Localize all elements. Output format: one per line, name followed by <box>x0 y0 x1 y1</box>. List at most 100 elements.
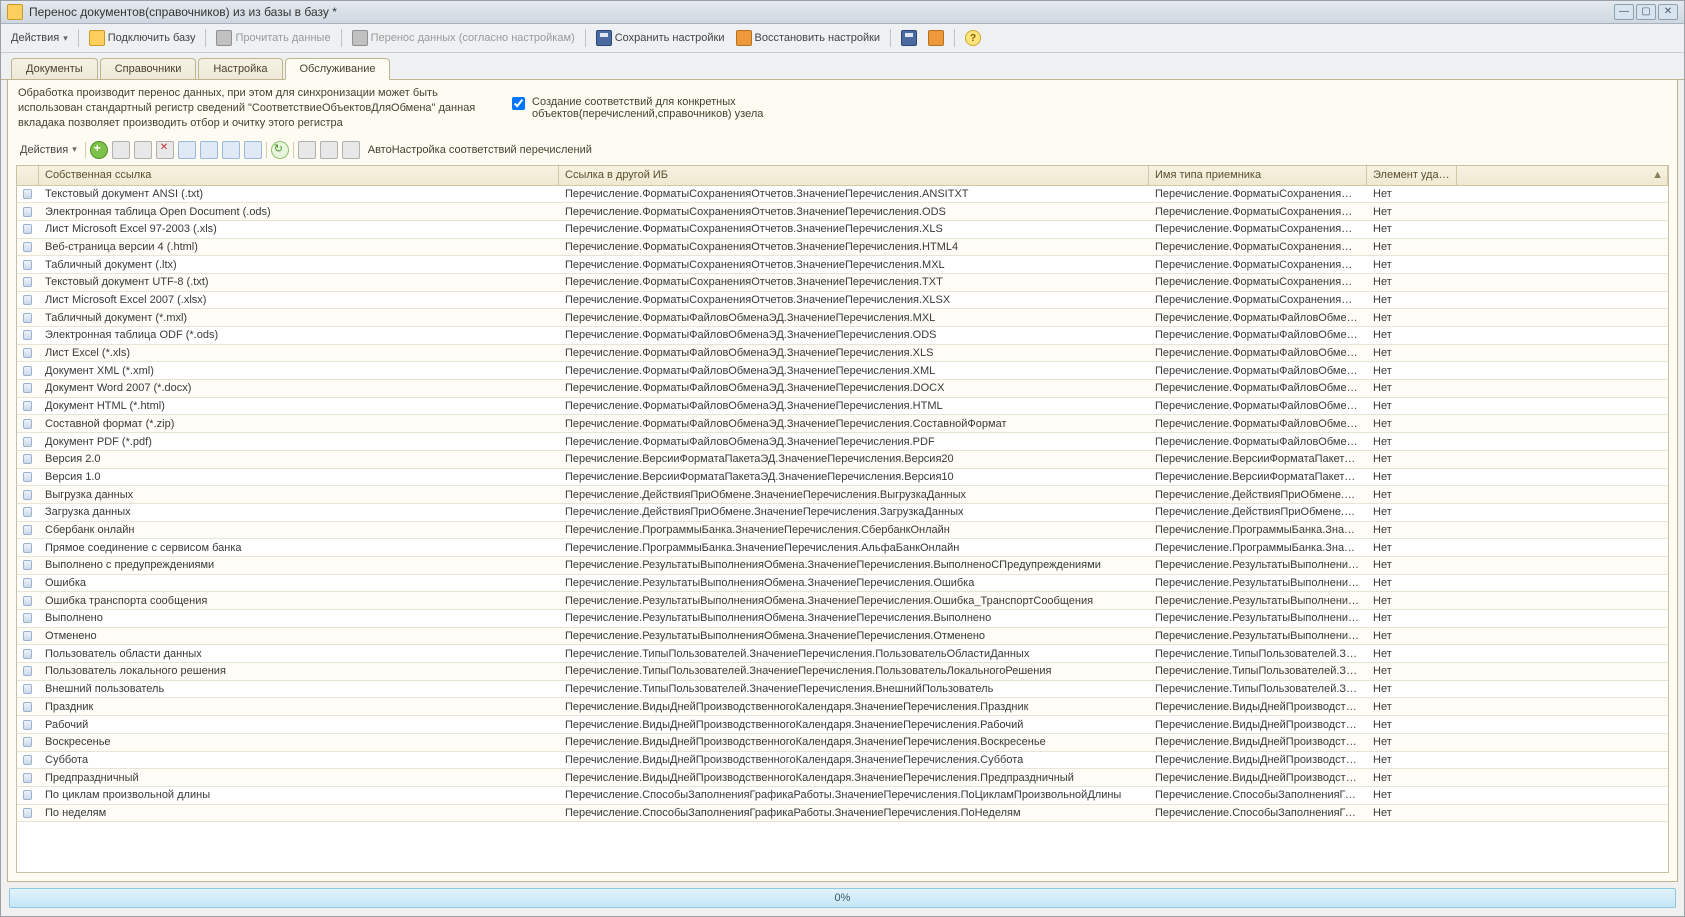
filter-button-2[interactable] <box>320 141 338 159</box>
table-row[interactable]: Пользователь локального решенияПеречисле… <box>17 663 1668 681</box>
edit-button[interactable] <box>134 141 152 159</box>
cell-own-ref: Веб-страница версии 4 (.html) <box>39 240 559 254</box>
actions-menu[interactable]: Действия▾ <box>7 30 72 46</box>
cell-type-name: Перечисление.РезультатыВыполненияОбме… <box>1149 594 1367 608</box>
row-icon <box>23 631 32 641</box>
table-row[interactable]: ВоскресеньеПеречисление.ВидыДнейПроизвод… <box>17 734 1668 752</box>
table-row[interactable]: Версия 1.0Перечисление.ВерсииФорматаПаке… <box>17 469 1668 487</box>
filter-button-3[interactable] <box>342 141 360 159</box>
table-row[interactable]: Лист Microsoft Excel 97-2003 (.xls)Переч… <box>17 221 1668 239</box>
cell-other-ref: Перечисление.ФорматыФайловОбменаЭД.Значе… <box>559 381 1149 395</box>
save-icon <box>596 30 612 46</box>
table-row[interactable]: Лист Excel (*.xls)Перечисление.ФорматыФа… <box>17 345 1668 363</box>
table-row[interactable]: Ошибка транспорта сообщенияПеречисление.… <box>17 592 1668 610</box>
delete-button[interactable] <box>156 141 174 159</box>
header-deleted[interactable]: Элемент удален <box>1367 166 1457 185</box>
table-row[interactable]: Документ XML (*.xml)Перечисление.Форматы… <box>17 362 1668 380</box>
move-down-button[interactable] <box>200 141 218 159</box>
header-icon-col[interactable] <box>17 166 39 185</box>
inner-actions-menu[interactable]: Действия▾ <box>16 142 81 158</box>
restore-settings-button[interactable]: Восстановить настройки <box>732 28 885 48</box>
refresh-button[interactable] <box>271 141 289 159</box>
table-row[interactable]: Сбербанк онлайнПеречисление.ПрограммыБан… <box>17 522 1668 540</box>
move-up-button[interactable] <box>178 141 196 159</box>
read-data-button[interactable]: Прочитать данные <box>212 28 334 48</box>
cell-deleted: Нет <box>1367 735 1457 749</box>
tool-button-2[interactable] <box>924 28 948 48</box>
header-type-name[interactable]: Имя типа приемника <box>1149 166 1367 185</box>
table-row[interactable]: Веб-страница версии 4 (.html)Перечислени… <box>17 239 1668 257</box>
cell-own-ref: Выполнено с предупреждениями <box>39 558 559 572</box>
row-icon <box>23 578 32 588</box>
help-button[interactable]: ? <box>961 28 985 48</box>
cell-own-ref: По циклам произвольной длины <box>39 788 559 802</box>
table-row[interactable]: Текстовый документ UTF-8 (.txt)Перечисле… <box>17 274 1668 292</box>
cell-deleted: Нет <box>1367 452 1457 466</box>
table-row[interactable]: СубботаПеречисление.ВидыДнейПроизводстве… <box>17 752 1668 770</box>
table-row[interactable]: Выполнено с предупреждениямиПеречисление… <box>17 557 1668 575</box>
checkbox-input[interactable] <box>512 97 525 110</box>
table-row[interactable]: Составной формат (*.zip)Перечисление.Фор… <box>17 415 1668 433</box>
cell-deleted: Нет <box>1367 682 1457 696</box>
cell-deleted: Нет <box>1367 258 1457 272</box>
table-row[interactable]: ОтмененоПеречисление.РезультатыВыполнени… <box>17 628 1668 646</box>
cell-own-ref: Ошибка <box>39 576 559 590</box>
cell-other-ref: Перечисление.ФорматыСохраненияОтчетов.Зн… <box>559 187 1149 201</box>
table-row[interactable]: Электронная таблица ODF (*.ods)Перечисле… <box>17 327 1668 345</box>
copy-button[interactable] <box>112 141 130 159</box>
cell-other-ref: Перечисление.РезультатыВыполненияОбмена.… <box>559 558 1149 572</box>
save-settings-button[interactable]: Сохранить настройки <box>592 28 729 48</box>
tab-documents[interactable]: Документы <box>11 58 98 79</box>
table-row[interactable]: ВыполненоПеречисление.РезультатыВыполнен… <box>17 610 1668 628</box>
table-row[interactable]: По циклам произвольной длиныПеречисление… <box>17 787 1668 805</box>
cell-deleted: Нет <box>1367 611 1457 625</box>
transfer-button[interactable]: Перенос данных (согласно настройкам) <box>348 28 579 48</box>
tab-catalogs[interactable]: Справочники <box>100 58 197 79</box>
add-button[interactable] <box>90 141 108 159</box>
tool-button-1[interactable] <box>897 28 921 48</box>
cell-type-name: Перечисление.ФорматыФайловОбменаЭД… <box>1149 381 1367 395</box>
table-row[interactable]: Пользователь области данныхПеречисление.… <box>17 645 1668 663</box>
table-row[interactable]: ПраздникПеречисление.ВидыДнейПроизводств… <box>17 698 1668 716</box>
row-icon <box>23 189 32 199</box>
tab-settings[interactable]: Настройка <box>198 58 282 79</box>
table-row[interactable]: Лист Microsoft Excel 2007 (.xlsx)Перечис… <box>17 292 1668 310</box>
table-row[interactable]: Версия 2.0Перечисление.ВерсииФорматаПаке… <box>17 451 1668 469</box>
table-row[interactable]: Прямое соединение с сервисом банкаПеречи… <box>17 539 1668 557</box>
cell-type-name: Перечисление.ВидыДнейПроизводственног… <box>1149 753 1367 767</box>
table-row[interactable]: Документ PDF (*.pdf)Перечисление.Форматы… <box>17 433 1668 451</box>
close-button[interactable]: ✕ <box>1658 4 1678 20</box>
table-row[interactable]: Документ Word 2007 (*.docx)Перечисление.… <box>17 380 1668 398</box>
header-other-ref[interactable]: Ссылка в другой ИБ <box>559 166 1149 185</box>
cell-deleted: Нет <box>1367 346 1457 360</box>
sort-asc-button[interactable] <box>222 141 240 159</box>
table-row[interactable]: ПредпраздничныйПеречисление.ВидыДнейПрои… <box>17 769 1668 787</box>
table-row[interactable]: Табличный документ (.ltx)Перечисление.Фо… <box>17 256 1668 274</box>
auto-setup-link[interactable]: АвтоНастройка соответствий перечислений <box>368 144 592 156</box>
table-row[interactable]: Табличный документ (*.mxl)Перечисление.Ф… <box>17 309 1668 327</box>
sort-desc-button[interactable] <box>244 141 262 159</box>
table-row[interactable]: Электронная таблица Open Document (.ods)… <box>17 203 1668 221</box>
table-row[interactable]: ОшибкаПеречисление.РезультатыВыполненияО… <box>17 575 1668 593</box>
table-row[interactable]: Текстовый документ ANSI (.txt)Перечислен… <box>17 186 1668 204</box>
cell-deleted: Нет <box>1367 523 1457 537</box>
cell-deleted: Нет <box>1367 788 1457 802</box>
restore-button[interactable]: ▢ <box>1636 4 1656 20</box>
create-mappings-checkbox[interactable]: Создание соответствий для конкретных объ… <box>508 96 832 120</box>
table-row[interactable]: Выгрузка данныхПеречисление.ДействияПриО… <box>17 486 1668 504</box>
table-row[interactable]: По неделямПеречисление.СпособыЗаполнения… <box>17 805 1668 823</box>
cell-type-name: Перечисление.ВидыДнейПроизводственног… <box>1149 771 1367 785</box>
minimize-button[interactable]: — <box>1614 4 1634 20</box>
table-row[interactable]: Документ HTML (*.html)Перечисление.Форма… <box>17 398 1668 416</box>
filter-button-1[interactable] <box>298 141 316 159</box>
connect-db-button[interactable]: Подключить базу <box>85 28 200 48</box>
table-row[interactable]: Внешний пользовательПеречисление.ТипыПол… <box>17 681 1668 699</box>
cell-type-name: Перечисление.ВидыДнейПроизводственног… <box>1149 735 1367 749</box>
grid-body[interactable]: Текстовый документ ANSI (.txt)Перечислен… <box>17 186 1668 872</box>
cell-own-ref: Лист Microsoft Excel 97-2003 (.xls) <box>39 222 559 236</box>
table-row[interactable]: РабочийПеречисление.ВидыДнейПроизводстве… <box>17 716 1668 734</box>
table-row[interactable]: Загрузка данныхПеречисление.ДействияПриО… <box>17 504 1668 522</box>
folder-icon <box>928 30 944 46</box>
header-own-ref[interactable]: Собственная ссылка <box>39 166 559 185</box>
tab-service[interactable]: Обслуживание <box>285 58 391 80</box>
